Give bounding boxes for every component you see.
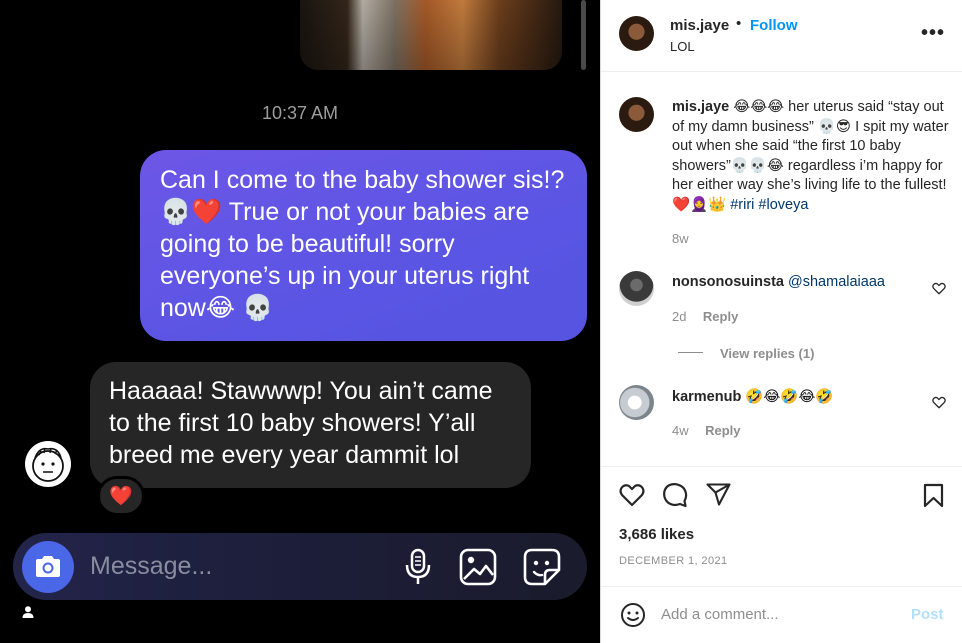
comment-meta: 2d Reply bbox=[672, 308, 738, 326]
reply-button[interactable]: Reply bbox=[703, 309, 738, 324]
hashtag-link[interactable]: #loveya bbox=[758, 197, 808, 213]
comment-row: nonsonosuinsta @shamalaiaaa bbox=[672, 274, 885, 290]
caption-avatar[interactable] bbox=[619, 97, 654, 132]
comment-time: 2d bbox=[672, 309, 687, 324]
like-comment-heart-icon[interactable] bbox=[932, 282, 946, 295]
camera-button[interactable] bbox=[22, 541, 74, 593]
author-avatar[interactable] bbox=[619, 16, 654, 51]
instagram-post-panel: mis.jaye • Follow LOL ••• mis.jaye 😂😂😂 h… bbox=[600, 0, 962, 643]
comment-meta: 4w Reply bbox=[672, 422, 740, 440]
sketch-face-icon bbox=[32, 447, 64, 482]
sticker-icon bbox=[523, 548, 561, 586]
comment-time: 4w bbox=[672, 423, 689, 438]
author-username[interactable]: mis.jaye bbox=[670, 17, 729, 34]
post-header: mis.jaye • Follow LOL ••• bbox=[601, 0, 962, 72]
microphone-icon bbox=[405, 548, 431, 584]
camera-icon bbox=[36, 556, 60, 577]
comment-text: 🤣😂🤣😂🤣 bbox=[745, 389, 834, 405]
save-bookmark-icon[interactable] bbox=[923, 483, 944, 508]
comment-username[interactable]: karmenub bbox=[672, 389, 741, 405]
caption-time: 8w bbox=[672, 231, 689, 246]
gallery-icon bbox=[459, 548, 497, 586]
outgoing-message-text: Can I come to the baby shower sis!?💀❤️ T… bbox=[160, 166, 565, 322]
like-comment-heart-icon[interactable] bbox=[932, 396, 946, 409]
message-composer[interactable]: Message... bbox=[13, 533, 587, 600]
comment-bubble-icon[interactable] bbox=[662, 482, 688, 508]
hashtag-link[interactable]: #riri bbox=[730, 197, 754, 213]
post-caption: mis.jaye 😂😂😂 her uterus said “stay out o… bbox=[672, 98, 957, 215]
post-subtitle: LOL bbox=[670, 39, 695, 54]
separator-dot: • bbox=[736, 15, 742, 32]
comment-username[interactable]: nonsonosuinsta bbox=[672, 274, 784, 290]
actions-divider bbox=[601, 466, 962, 467]
shared-photo-message[interactable] bbox=[300, 0, 562, 70]
gallery-button[interactable] bbox=[458, 547, 498, 587]
commenter-avatar[interactable] bbox=[619, 271, 654, 306]
comment-row: karmenub 🤣😂🤣😂🤣 bbox=[672, 388, 833, 405]
sticker-button[interactable] bbox=[522, 547, 562, 587]
scrollbar[interactable] bbox=[581, 0, 586, 70]
comment-mention[interactable]: @shamalaiaaa bbox=[788, 274, 885, 290]
heart-reaction[interactable]: ❤️ bbox=[97, 476, 145, 516]
follow-button[interactable]: Follow bbox=[750, 17, 798, 34]
post-date: DECEMBER 1, 2021 bbox=[619, 555, 728, 567]
microphone-button[interactable] bbox=[398, 547, 438, 587]
incoming-message-bubble[interactable]: Haaaaa! Stawwwp! You ain’t came to the f… bbox=[90, 362, 531, 488]
likes-count[interactable]: 3,686 likes bbox=[619, 526, 694, 543]
caption-text: 😂😂😂 her uterus said “stay out of my damn… bbox=[672, 99, 949, 213]
person-icon bbox=[21, 605, 35, 624]
add-comment-input[interactable]: Add a comment... bbox=[661, 606, 779, 623]
more-options-icon[interactable]: ••• bbox=[921, 22, 945, 45]
contact-avatar[interactable] bbox=[25, 441, 71, 487]
message-input[interactable]: Message... bbox=[90, 552, 212, 581]
caption-username[interactable]: mis.jaye bbox=[672, 99, 729, 115]
like-heart-icon[interactable] bbox=[619, 483, 645, 507]
view-replies-button[interactable]: View replies (1) bbox=[720, 346, 814, 361]
outgoing-message-bubble[interactable]: Can I come to the baby shower sis!?💀❤️ T… bbox=[140, 150, 587, 341]
share-send-icon[interactable] bbox=[706, 483, 731, 506]
emoji-smiley-icon[interactable] bbox=[620, 602, 646, 628]
replies-divider bbox=[678, 352, 703, 353]
commenter-avatar[interactable] bbox=[619, 385, 654, 420]
message-timestamp: 10:37 AM bbox=[261, 103, 339, 123]
reaction-heart-icon: ❤️ bbox=[109, 486, 133, 507]
chat-screenshot: 10:37 AM Can I come to the baby shower s… bbox=[0, 0, 600, 643]
reply-button[interactable]: Reply bbox=[705, 423, 740, 438]
post-comment-button[interactable]: Post bbox=[911, 606, 944, 623]
incoming-message-text: Haaaaa! Stawwwp! You ain’t came to the f… bbox=[109, 377, 493, 469]
add-comment-bar: Add a comment... Post bbox=[601, 586, 962, 643]
